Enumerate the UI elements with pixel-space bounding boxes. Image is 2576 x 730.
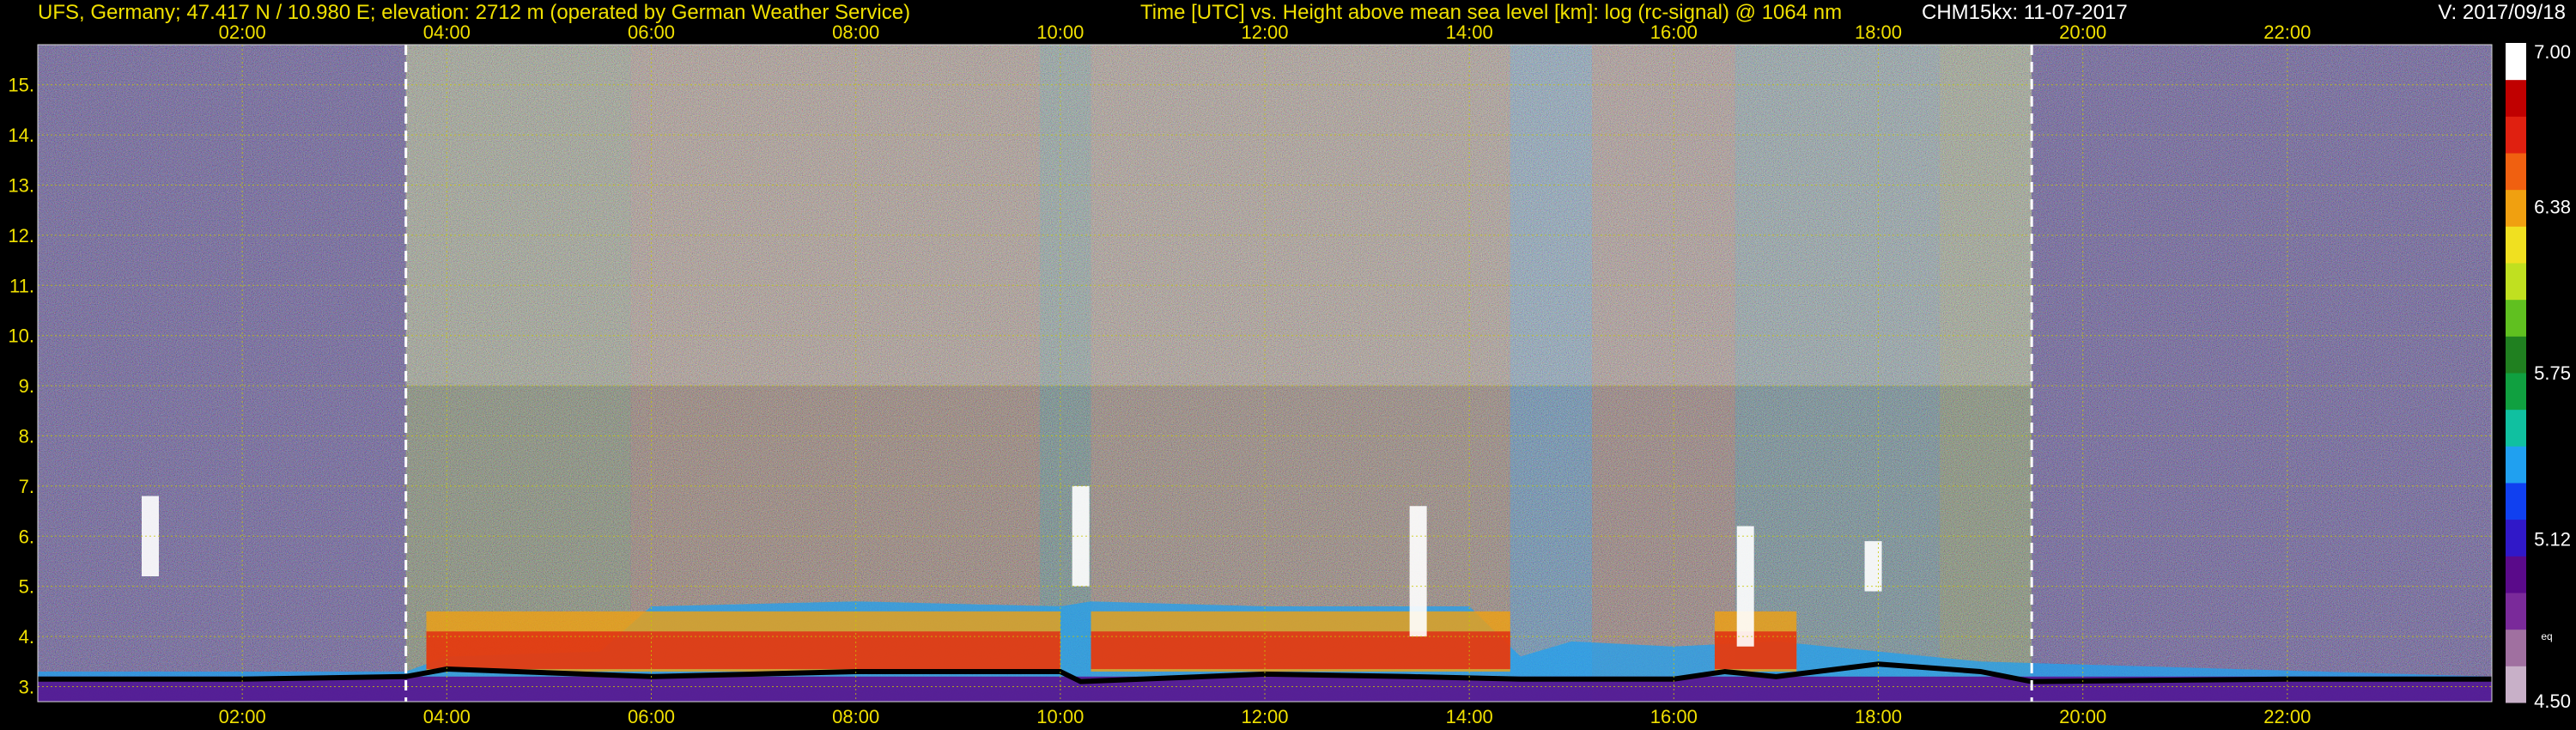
y-tick-label: 3. — [19, 676, 34, 697]
colorbar-swatch — [2506, 666, 2526, 703]
colorbar-swatch — [2506, 153, 2526, 191]
lidar-backscatter-chart: 02:00 02:00 04:00 04:00 06:00 06:00 08:00 08:00… — [8, 21, 2571, 727]
colorbar-tick-label: 6.38 — [2534, 196, 2571, 217]
y-tick-label: 6. — [19, 526, 34, 547]
x-tick-label-bottom: 02:00 — [219, 706, 266, 727]
x-tick-label-bottom: 04:00 — [423, 706, 471, 727]
y-tick-label: 15. — [8, 75, 34, 96]
colorbar-swatch — [2506, 483, 2526, 520]
colorbar-swatch — [2506, 299, 2526, 337]
x-tick-label-top: 22:00 — [2263, 21, 2311, 43]
x-tick-label-bottom: 22:00 — [2263, 706, 2311, 727]
x-tick-label-bottom: 12:00 — [1241, 706, 1288, 727]
colorbar-swatch — [2506, 409, 2526, 447]
colorbar-swatch — [2506, 446, 2526, 484]
x-tick-label-bottom: 20:00 — [2059, 706, 2106, 727]
cloud-feature — [1409, 506, 1427, 637]
x-tick-label-bottom: 10:00 — [1036, 706, 1084, 727]
colorbar-swatch — [2506, 263, 2526, 301]
colorbar-swatch — [2506, 79, 2526, 117]
x-tick-label-top: 20:00 — [2059, 21, 2106, 43]
x-tick-label-top: 08:00 — [832, 21, 879, 43]
x-tick-label-top: 04:00 — [423, 21, 471, 43]
x-tick-label-bottom: 18:00 — [1855, 706, 1902, 727]
colorbar-swatch — [2506, 593, 2526, 630]
colorbar-swatch — [2506, 556, 2526, 593]
colorbar-swatch — [2506, 373, 2526, 411]
colorbar-swatch — [2506, 43, 2526, 81]
x-tick-label-top: 02:00 — [219, 21, 266, 43]
x-tick-label-top: 18:00 — [1855, 21, 1902, 43]
x-tick-label-top: 14:00 — [1446, 21, 1493, 43]
x-tick-label-top: 10:00 — [1036, 21, 1084, 43]
x-tick-label-top: 06:00 — [628, 21, 675, 43]
x-tick-label-bottom: 06:00 — [628, 706, 675, 727]
aerosol-core — [1714, 631, 1797, 670]
x-tick-label-bottom: 14:00 — [1446, 706, 1493, 727]
y-tick-label: 4. — [19, 626, 34, 648]
y-tick-label: 12. — [8, 225, 34, 246]
colorbar-swatch — [2506, 226, 2526, 264]
y-tick-label: 5. — [19, 576, 34, 598]
colorbar-tick-label: 5.75 — [2534, 362, 2571, 384]
x-tick-label-top: 16:00 — [1650, 21, 1698, 43]
aerosol-core — [426, 631, 1060, 670]
colorbar-swatch — [2506, 519, 2526, 557]
aerosol-core — [1091, 631, 1510, 670]
colorbar-swatch — [2506, 189, 2526, 227]
y-tick-label: 13. — [8, 175, 34, 197]
x-tick-label-bottom: 16:00 — [1650, 706, 1698, 727]
x-tick-label-bottom: 08:00 — [832, 706, 879, 727]
colorbar-tick-label: 7.00 — [2534, 41, 2571, 63]
colorbar-unit-label: eq — [2541, 630, 2552, 642]
colorbar-tick-label: 4.50 — [2534, 690, 2571, 712]
y-tick-label: 7. — [19, 476, 34, 497]
y-tick-label: 10. — [8, 325, 34, 347]
cloud-feature — [1864, 541, 1882, 592]
y-tick-label: 9. — [19, 375, 34, 397]
colorbar-swatch — [2506, 116, 2526, 154]
colorbar-tick-label: 5.12 — [2534, 529, 2571, 551]
x-tick-label-top: 12:00 — [1241, 21, 1288, 43]
colorbar-swatch — [2506, 629, 2526, 666]
y-tick-label: 8. — [19, 425, 34, 447]
y-tick-label: 11. — [9, 275, 34, 296]
y-tick-label: 14. — [8, 125, 34, 146]
colorbar-swatch — [2506, 336, 2526, 374]
